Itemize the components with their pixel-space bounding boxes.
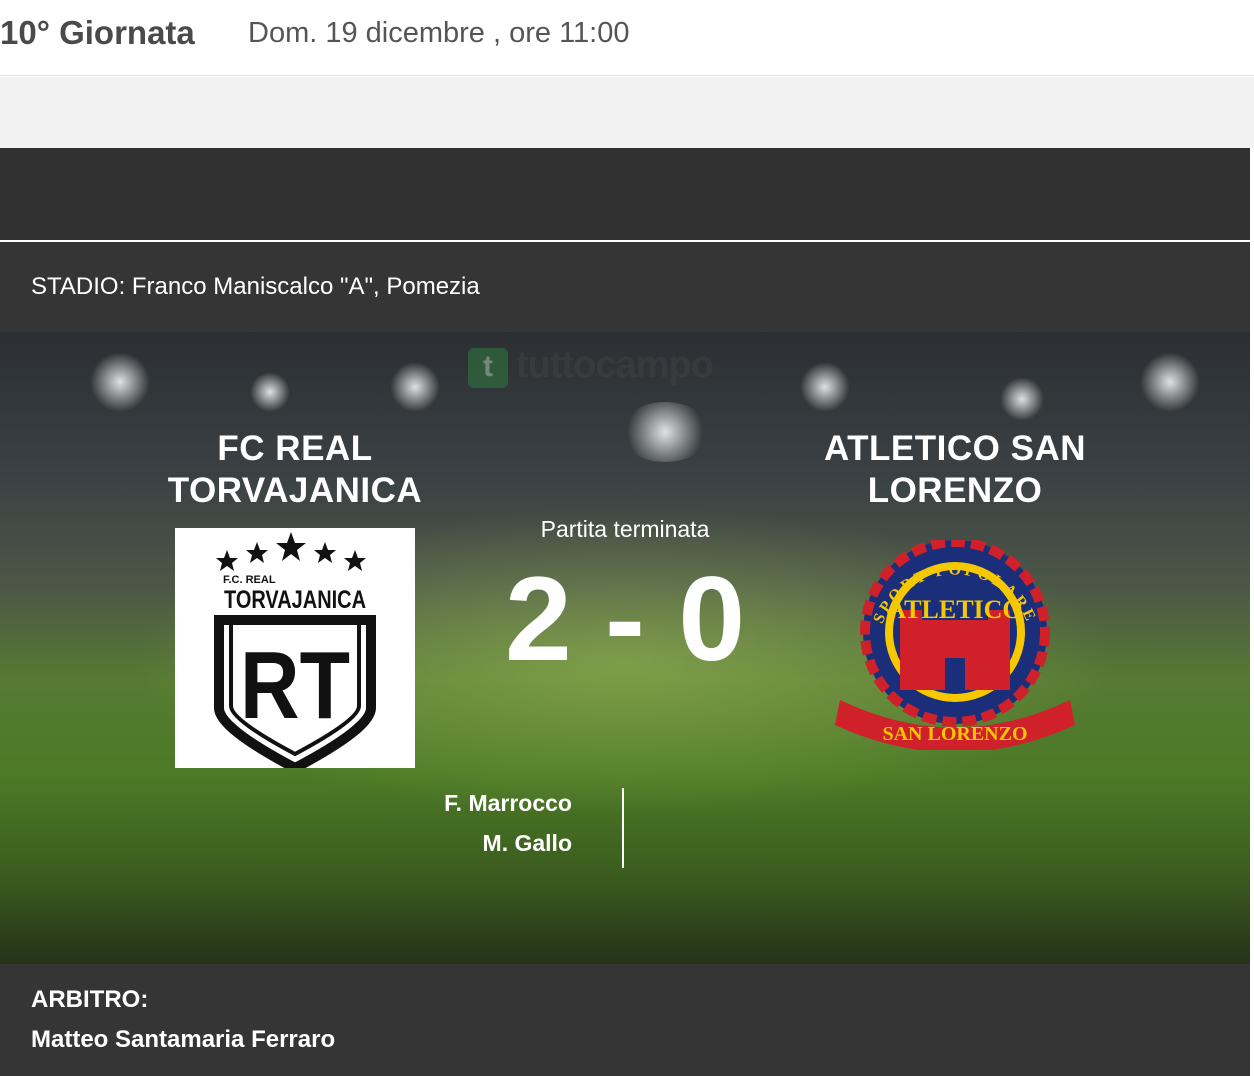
atletico-san-lorenzo-crest-icon: SPORT POPOLARE ATLETICO SAN LORENZO (835, 537, 1075, 753)
stadium-light (800, 362, 850, 412)
crest-name: ATLETICO (887, 595, 1022, 624)
match-header: 10° Giornata Dom. 19 dicembre , ore 11:0… (0, 0, 1254, 76)
match-date: Dom. 19 dicembre , ore 11:00 (248, 17, 630, 49)
match-status: Partita terminata (540, 516, 710, 542)
home-team-logo[interactable]: F.C. REAL TORVAJANICA RT (175, 528, 415, 774)
stadium-light (1000, 377, 1044, 421)
tuttocampo-logo-icon: t (468, 348, 508, 388)
crest-monogram: RT (240, 632, 350, 739)
stadium-light (1140, 352, 1200, 412)
stadium-info: STADIO: Franco Maniscalco "A", Pomezia (31, 273, 480, 300)
ad-placeholder (0, 77, 1254, 148)
stadium-light (90, 352, 150, 412)
crest-line2: TORVAJANICA (224, 586, 366, 614)
stadium-light (620, 402, 710, 462)
match-scoreboard: t tuttocampo FC REAL TORVAJANICA ATLETIC… (0, 332, 1250, 964)
tuttocampo-watermark: t tuttocampo (468, 344, 768, 390)
stadium-bar: STADIO: Franco Maniscalco "A", Pomezia (0, 242, 1250, 332)
stadium-light (250, 372, 290, 412)
crest-line1: F.C. REAL (223, 574, 276, 586)
referee-name: Matteo Santamaria Ferraro (31, 1026, 336, 1053)
crest-banner: SAN LORENZO (882, 723, 1027, 745)
tabs-bar (0, 148, 1250, 240)
home-scorers: F. Marrocco M. Gallo (300, 788, 572, 868)
scorer[interactable]: M. Gallo (300, 828, 572, 868)
round-title: 10° Giornata (0, 14, 195, 51)
away-team-name[interactable]: ATLETICO SAN LORENZO (785, 428, 1125, 512)
referee-label: ARBITRO: (31, 986, 149, 1013)
stadium-light (390, 362, 440, 412)
referee-bar: ARBITRO: Matteo Santamaria Ferraro (0, 964, 1250, 1076)
scorers-divider (622, 788, 624, 868)
scorer[interactable]: F. Marrocco (300, 788, 572, 828)
away-team-logo[interactable]: SPORT POPOLARE ATLETICO SAN LORENZO (830, 537, 1080, 753)
watermark-text: tuttocampo (516, 344, 714, 386)
match-score: 2 - 0 (504, 552, 746, 686)
fc-real-torvajanica-crest-icon: F.C. REAL TORVAJANICA RT (214, 532, 376, 774)
home-team-name[interactable]: FC REAL TORVAJANICA (125, 428, 465, 512)
